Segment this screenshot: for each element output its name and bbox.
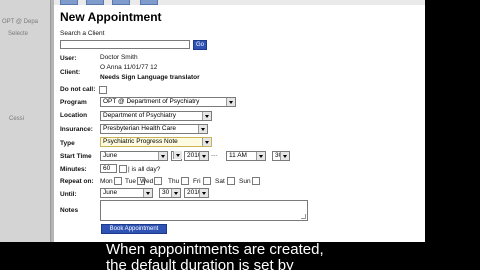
repeat-day-tue: Tue [125, 178, 136, 185]
type-select[interactable]: Psychiatric Progress Note [100, 137, 212, 147]
top-toolbar [54, 0, 425, 5]
location-label: Location [60, 112, 88, 119]
toolbar-button[interactable] [86, 0, 104, 5]
until-month-select[interactable]: June [100, 188, 153, 198]
chevron-down-icon [280, 152, 289, 160]
repeat-mon-checkbox[interactable] [114, 177, 122, 185]
until-month-value: June [103, 189, 118, 196]
page-title: New Appointment [60, 10, 162, 24]
until-day-select[interactable]: 30 [159, 188, 181, 198]
start-hour-value: 11 AM [229, 152, 247, 159]
repeat-on-label: Repeat on: [60, 178, 94, 185]
repeat-day-thu: Thu [168, 178, 180, 185]
start-time-label: Start Time [60, 153, 92, 160]
repeat-day-fri: Fri [193, 178, 201, 185]
insurance-label: Insurance: [60, 126, 93, 133]
start-month-select[interactable]: June [100, 151, 168, 161]
left-panel-item: Cessi [9, 116, 25, 122]
minutes-input[interactable]: 60 [100, 164, 117, 173]
repeat-fri-checkbox[interactable] [203, 177, 211, 185]
type-select-value: Psychiatric Progress Note [103, 138, 178, 145]
location-select-value: Department of Psychiatry [103, 112, 176, 119]
program-label: Program [60, 99, 87, 106]
left-panel-item: Selecte [8, 31, 29, 37]
until-year-select[interactable]: 2010 [184, 188, 209, 198]
chevron-down-icon [202, 138, 211, 146]
program-select[interactable]: OPT @ Department of Psychiatry [100, 97, 236, 107]
chevron-down-icon [173, 151, 182, 159]
video-frame: OPT @ Depa Selecte Cessi New Appointment… [0, 0, 480, 270]
do-not-call-checkbox[interactable] [99, 86, 107, 94]
start-hour-select[interactable]: 11 AM [226, 151, 266, 161]
user-label: User: [60, 55, 77, 62]
insurance-select[interactable]: Presbyterian Health Care [100, 124, 208, 134]
repeat-sun-checkbox[interactable] [252, 177, 260, 185]
user-value: Doctor Smith [100, 54, 138, 61]
repeat-thu-checkbox[interactable] [181, 177, 189, 185]
chevron-down-icon [143, 189, 152, 197]
search-label: Search a Client [60, 30, 105, 37]
video-caption: When appointments are created, the defau… [0, 242, 480, 270]
left-panel-item: OPT @ Depa [2, 19, 38, 25]
insurance-select-value: Presbyterian Health Care [103, 125, 176, 132]
notes-label: Notes [60, 207, 79, 214]
chevron-down-icon [199, 152, 208, 160]
chevron-down-icon [202, 112, 211, 120]
minutes-label: Minutes: [60, 166, 87, 173]
until-day-value: 30 [162, 189, 170, 196]
all-day-label: | is all day? [128, 166, 161, 173]
client-label: Client: [60, 69, 81, 76]
all-day-checkbox[interactable] [119, 165, 127, 173]
do-not-call-label: Do not call: [60, 86, 96, 93]
start-month-value: June [103, 152, 118, 159]
repeat-day-sat: Sat [215, 178, 225, 185]
start-minute-select[interactable]: 30 [272, 151, 290, 161]
right-border [425, 0, 480, 270]
toolbar-button[interactable] [60, 0, 78, 5]
repeat-sat-checkbox[interactable] [227, 177, 235, 185]
chevron-down-icon [171, 189, 180, 197]
start-day-arrow-wrap [172, 151, 182, 161]
repeat-wed-checkbox[interactable] [154, 177, 162, 185]
chevron-down-icon [199, 189, 208, 197]
location-select[interactable]: Department of Psychiatry [100, 111, 212, 121]
repeat-day-sun: Sun [239, 178, 251, 185]
time-separator: --- [211, 152, 218, 159]
appointment-panel: New Appointment Search a Client Go User:… [54, 0, 425, 242]
client-note: Needs Sign Language translator [100, 74, 200, 81]
left-panel: OPT @ Depa Selecte Cessi [0, 0, 51, 242]
start-year-select[interactable]: 2010 [184, 151, 209, 161]
client-name: O Anna 11/01/77 12 [100, 64, 158, 71]
chevron-down-icon [226, 98, 235, 106]
until-label: Until: [60, 191, 77, 198]
program-select-value: OPT @ Department of Psychiatry [103, 98, 200, 105]
caption-line-1: When appointments are created, [106, 242, 324, 258]
toolbar-button[interactable] [140, 0, 158, 5]
caption-line-2: the default duration is set by [106, 257, 294, 270]
chevron-down-icon [198, 125, 207, 133]
type-label: Type [60, 140, 75, 147]
notes-textarea[interactable] [100, 200, 308, 221]
chevron-down-icon [256, 152, 265, 160]
search-input[interactable] [60, 40, 190, 49]
repeat-day-wed: Wed [140, 178, 154, 185]
book-appointment-button[interactable]: Book Appointment [101, 224, 167, 234]
toolbar-button[interactable] [112, 0, 130, 5]
chevron-down-icon [158, 152, 167, 160]
repeat-day-mon: Mon [100, 178, 113, 185]
go-button[interactable]: Go [193, 40, 207, 50]
